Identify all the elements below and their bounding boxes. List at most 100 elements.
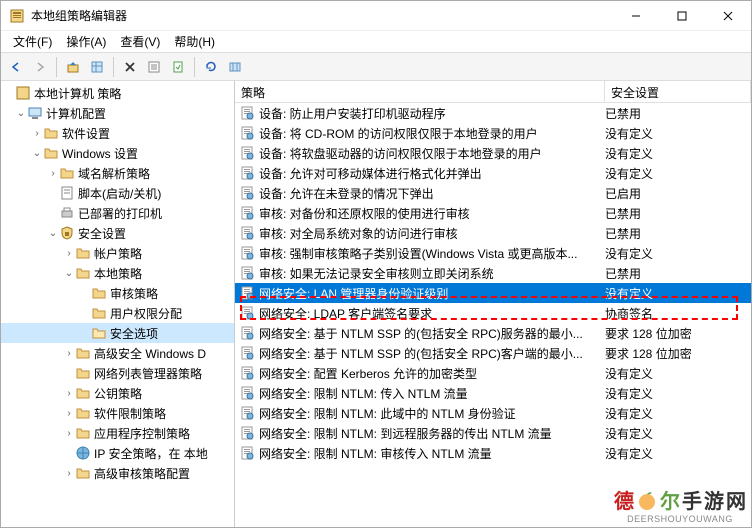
tree-root[interactable]: 本地计算机 策略 [1, 83, 234, 103]
folder-icon [75, 265, 91, 281]
filter-button[interactable] [224, 56, 246, 78]
watermark-char: 网 [726, 485, 746, 514]
list-row[interactable]: 网络安全: LAN 管理器身份验证级别没有定义 [235, 283, 751, 303]
tree-printers[interactable]: 已部署的打印机 [1, 203, 234, 223]
list-row[interactable]: 网络安全: 限制 NTLM: 审核传入 NTLM 流量没有定义 [235, 443, 751, 463]
expand-icon[interactable]: › [47, 168, 59, 179]
list-rows: 设备: 防止用户安装打印机驱动程序已禁用设备: 将 CD-ROM 的访问权限仅限… [235, 103, 751, 463]
folder-icon [75, 365, 91, 381]
tree-panel[interactable]: 本地计算机 策略 ⌄ 计算机配置 › 软件设置 ⌄ Windows 设置 › 域… [1, 81, 235, 527]
tree-label: 软件设置 [62, 125, 110, 142]
folder-icon [43, 125, 59, 141]
menu-help[interactable]: 帮助(H) [168, 31, 221, 52]
close-button[interactable] [705, 1, 751, 31]
list-row[interactable]: 设备: 允许在未登录的情况下弹出已启用 [235, 183, 751, 203]
security-icon [59, 225, 75, 241]
list-row[interactable]: 审核: 对全局系统对象的访问进行审核已禁用 [235, 223, 751, 243]
export-button[interactable] [167, 56, 189, 78]
expand-icon[interactable]: › [63, 468, 75, 479]
expand-icon[interactable]: › [63, 428, 75, 439]
watermark-logo: 德 尔 手 游 网 [614, 485, 746, 514]
menu-action[interactable]: 操作(A) [60, 31, 112, 52]
policy-icon [239, 245, 255, 261]
policy-name: 网络安全: 限制 NTLM: 此域中的 NTLM 身份验证 [259, 405, 605, 422]
list-row[interactable]: 网络安全: LDAP 客户端签名要求协商签名 [235, 303, 751, 323]
forward-button[interactable] [29, 56, 51, 78]
tree-network-list[interactable]: 网络列表管理器策略 [1, 363, 234, 383]
menu-file[interactable]: 文件(F) [7, 31, 58, 52]
policy-list-panel[interactable]: 策略 安全设置 设备: 防止用户安装打印机驱动程序已禁用设备: 将 CD-ROM… [235, 81, 751, 527]
collapse-icon[interactable]: ⌄ [15, 108, 27, 119]
column-header-setting[interactable]: 安全设置 [605, 81, 751, 102]
policy-icon [239, 445, 255, 461]
list-row[interactable]: 设备: 将软盘驱动器的访问权限仅限于本地登录的用户没有定义 [235, 143, 751, 163]
list-row[interactable]: 审核: 强制审核策略子类别设置(Windows Vista 或更高版本...没有… [235, 243, 751, 263]
tree-security-options[interactable]: 安全选项 [1, 323, 234, 343]
expand-icon[interactable]: › [63, 408, 75, 419]
folder-icon [75, 465, 91, 481]
policy-name: 网络安全: 基于 NTLM SSP 的(包括安全 RPC)客户端的最小... [259, 345, 605, 362]
policy-name: 审核: 对备份和还原权限的使用进行审核 [259, 205, 605, 222]
column-header-policy[interactable]: 策略 [235, 81, 605, 102]
tree-windows-settings[interactable]: ⌄ Windows 设置 [1, 143, 234, 163]
tree-dns-policy[interactable]: › 域名解析策略 [1, 163, 234, 183]
list-row[interactable]: 网络安全: 限制 NTLM: 到远程服务器的传出 NTLM 流量没有定义 [235, 423, 751, 443]
list-row[interactable]: 网络安全: 限制 NTLM: 此域中的 NTLM 身份验证没有定义 [235, 403, 751, 423]
tree-ip-security[interactable]: IP 安全策略，在 本地 [1, 443, 234, 463]
policy-icon [239, 345, 255, 361]
collapse-icon[interactable]: ⌄ [47, 228, 59, 239]
list-row[interactable]: 网络安全: 基于 NTLM SSP 的(包括安全 RPC)客户端的最小...要求… [235, 343, 751, 363]
tree-label: 审核策略 [110, 285, 158, 302]
tree-computer-config[interactable]: ⌄ 计算机配置 [1, 103, 234, 123]
policy-setting: 已禁用 [605, 225, 751, 242]
policy-setting: 要求 128 位加密 [605, 325, 751, 342]
policy-name: 网络安全: 配置 Kerberos 允许的加密类型 [259, 365, 605, 382]
tree-account-policies[interactable]: › 帐户策略 [1, 243, 234, 263]
folder-open-icon [91, 325, 107, 341]
properties-button[interactable] [143, 56, 165, 78]
expand-icon[interactable]: › [31, 128, 43, 139]
expand-icon[interactable]: › [63, 388, 75, 399]
policy-setting: 没有定义 [605, 405, 751, 422]
policy-setting: 没有定义 [605, 385, 751, 402]
expand-icon[interactable]: › [63, 348, 75, 359]
collapse-icon[interactable]: ⌄ [31, 148, 43, 159]
tree-label: 应用程序控制策略 [94, 425, 190, 442]
tree-advanced-windows[interactable]: › 高级安全 Windows D [1, 343, 234, 363]
tree-label: 高级安全 Windows D [94, 345, 206, 362]
menu-view[interactable]: 查看(V) [114, 31, 166, 52]
back-button[interactable] [5, 56, 27, 78]
policy-icon [239, 365, 255, 381]
list-row[interactable]: 审核: 如果无法记录安全审核则立即关闭系统已禁用 [235, 263, 751, 283]
collapse-icon[interactable]: ⌄ [63, 268, 75, 279]
titlebar: 本地组策略编辑器 [1, 1, 751, 31]
list-row[interactable]: 网络安全: 限制 NTLM: 传入 NTLM 流量没有定义 [235, 383, 751, 403]
tree-scripts[interactable]: 脚本(启动/关机) [1, 183, 234, 203]
policy-setting: 没有定义 [605, 445, 751, 462]
watermark: 德 尔 手 游 网 DEERSHOUYOUWANG [614, 485, 746, 524]
tree-audit-policy[interactable]: 审核策略 [1, 283, 234, 303]
policy-setting: 没有定义 [605, 165, 751, 182]
list-row[interactable]: 设备: 将 CD-ROM 的访问权限仅限于本地登录的用户没有定义 [235, 123, 751, 143]
maximize-button[interactable] [659, 1, 705, 31]
list-row[interactable]: 网络安全: 配置 Kerberos 允许的加密类型没有定义 [235, 363, 751, 383]
list-row[interactable]: 设备: 允许对可移动媒体进行格式化并弹出没有定义 [235, 163, 751, 183]
list-row[interactable]: 网络安全: 基于 NTLM SSP 的(包括安全 RPC)服务器的最小...要求… [235, 323, 751, 343]
expand-icon[interactable]: › [63, 248, 75, 259]
tree-advanced-audit[interactable]: › 高级审核策略配置 [1, 463, 234, 483]
watermark-url: DEERSHOUYOUWANG [627, 514, 733, 524]
minimize-button[interactable] [613, 1, 659, 31]
tree-user-rights[interactable]: 用户权限分配 [1, 303, 234, 323]
up-button[interactable] [62, 56, 84, 78]
tree-security-settings[interactable]: ⌄ 安全设置 [1, 223, 234, 243]
tree-software-restriction[interactable]: › 软件限制策略 [1, 403, 234, 423]
tree-software-settings[interactable]: › 软件设置 [1, 123, 234, 143]
tree-local-policies[interactable]: ⌄ 本地策略 [1, 263, 234, 283]
tree-app-control[interactable]: › 应用程序控制策略 [1, 423, 234, 443]
list-row[interactable]: 设备: 防止用户安装打印机驱动程序已禁用 [235, 103, 751, 123]
show-hide-button[interactable] [86, 56, 108, 78]
list-row[interactable]: 审核: 对备份和还原权限的使用进行审核已禁用 [235, 203, 751, 223]
delete-button[interactable] [119, 56, 141, 78]
tree-public-key[interactable]: › 公钥策略 [1, 383, 234, 403]
refresh-button[interactable] [200, 56, 222, 78]
